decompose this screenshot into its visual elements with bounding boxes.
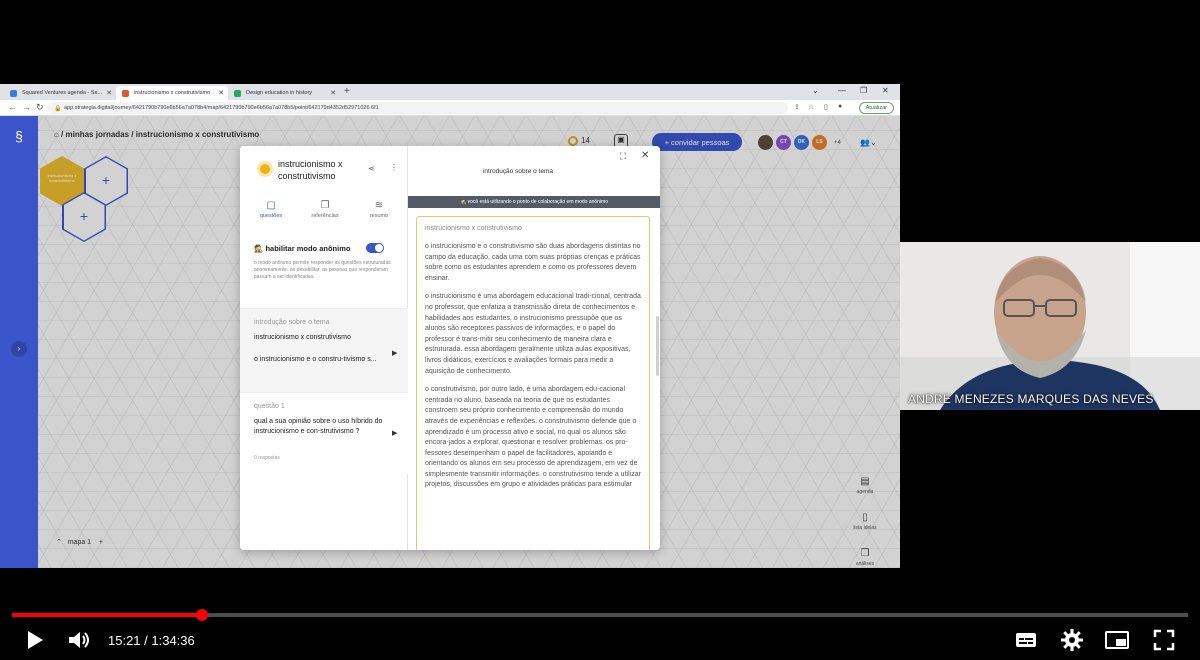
miniplayer-icon[interactable]	[1104, 628, 1130, 652]
doc-paragraph: o construtivismo, por outro lado, é uma …	[425, 386, 641, 489]
anonymous-mode-toggle[interactable]	[366, 243, 384, 253]
share-icon[interactable]: ⋖	[368, 164, 375, 173]
star-icon[interactable]: ☆	[808, 103, 814, 111]
left-rail: § ›	[0, 116, 38, 568]
browser-tab-label: Design education in history	[246, 90, 313, 96]
play-icon[interactable]	[24, 628, 46, 652]
intro-document[interactable]: instrucionismo x construtivismo o instru…	[416, 216, 650, 550]
share-icon[interactable]: ⇪	[794, 103, 800, 111]
favicon-icon	[10, 90, 17, 97]
panel-title: introdução sobre o tema	[482, 168, 554, 175]
doc-paragraph: o instrucionismo é uma abordagem educaci…	[425, 293, 641, 375]
incognito-icon: 🕵	[254, 244, 264, 253]
sun-icon	[260, 164, 270, 174]
close-tab-icon[interactable]: ✕	[330, 89, 336, 97]
shared-screen: Squared Ventures agenda - Se... ✕ instru…	[0, 84, 900, 568]
tab-references[interactable]: ❐ referências	[298, 200, 352, 219]
intro-card[interactable]: introdução sobre o tema instrucionismo x…	[240, 308, 408, 398]
tab-label: questões	[259, 213, 283, 219]
intro-card-preview: o instrucionismo e o constru-tivismo s..…	[254, 356, 377, 363]
favicon-icon	[234, 90, 241, 97]
progress-scrubber[interactable]	[196, 609, 208, 621]
topic-modal: instrucionismo x construtivismo ⋖ ⋮ ▢ qu…	[240, 146, 660, 550]
close-icon[interactable]: ✕	[641, 150, 649, 161]
tab-label: resumo	[369, 213, 389, 219]
modal-tabs: ▢ questões ❐ referências ≋ resumo	[240, 196, 408, 230]
new-tab-icon[interactable]: +	[344, 86, 350, 97]
back-icon[interactable]: ←	[8, 102, 17, 112]
browser-tab-1[interactable]: Squared Ventures agenda - Se... ✕	[4, 86, 116, 100]
browser-tab-label: Squared Ventures agenda - Se...	[22, 90, 103, 96]
intro-card-label: introdução sobre o tema	[254, 319, 330, 326]
chevron-down-icon[interactable]: ⌄	[812, 86, 819, 95]
settings-gear-icon[interactable]	[1060, 628, 1084, 652]
more-options-icon[interactable]: ⋮	[390, 163, 398, 172]
url-field[interactable]: 🔒 app.strategia.digital/journey/6421790b…	[48, 102, 788, 114]
participant-name: ANDRE MENEZES MARQUES DAS NEVES	[908, 392, 1154, 406]
address-bar: ← → ↻ 🔒 app.strategia.digital/journey/64…	[0, 100, 900, 116]
modal-title: instrucionismo x construtivismo	[278, 159, 343, 181]
browser-tab-2[interactable]: instrucionismo x construtivismo ✕	[116, 86, 228, 100]
close-window-icon[interactable]: ✕	[882, 86, 889, 95]
participant-video	[900, 256, 1200, 410]
update-button[interactable]: Atualizar	[858, 102, 894, 114]
question-card-label: questão 1	[254, 403, 285, 410]
lock-icon: 🔒	[54, 106, 62, 112]
chevron-right-icon: ▶	[392, 430, 398, 437]
tab-questions[interactable]: ▢ questões	[244, 196, 298, 228]
chat-icon: ▢	[266, 200, 276, 211]
incognito-icon: 🕵	[460, 199, 467, 205]
fullscreen-icon[interactable]: ⛶	[620, 151, 626, 162]
browser-tab-3[interactable]: Design education in history ✕	[228, 86, 340, 100]
browser-tab-bar: Squared Ventures agenda - Se... ✕ instru…	[0, 84, 900, 100]
intro-card-title: instrucionismo x construtivismo	[254, 334, 351, 341]
strategia-logo-icon[interactable]: §	[11, 128, 27, 144]
reload-icon[interactable]: ↻	[36, 102, 44, 113]
question-responses: 0 respostas	[254, 455, 280, 461]
modal-right-panel: ⛶ ✕ introdução sobre o tema 🕵 você está …	[408, 146, 660, 550]
close-tab-icon[interactable]: ✕	[106, 89, 112, 97]
question-card[interactable]: questão 1 qual a sua opinião sobre o uso…	[240, 392, 408, 474]
subtitles-icon[interactable]	[1014, 628, 1038, 652]
video-player-page: Squared Ventures agenda - Se... ✕ instru…	[0, 0, 1200, 660]
tab-summary[interactable]: ≋ resumo	[352, 200, 406, 219]
anonymous-banner: 🕵 você está utilizando o ponto de colabo…	[408, 196, 660, 208]
favicon-icon	[122, 90, 129, 97]
summary-icon: ≋	[374, 200, 384, 211]
time-display: 15:21 / 1:34:36	[108, 633, 195, 648]
url-text: app.strategia.digital/journey/6421790b79…	[64, 105, 379, 111]
volume-icon[interactable]	[66, 628, 92, 652]
anonymous-mode-description: o modo anônimo permite responder as ques…	[254, 260, 391, 280]
sidebar-icon[interactable]: ▯	[824, 103, 828, 111]
question-text: qual a sua opinião sobre o uso híbrido d…	[254, 418, 383, 435]
doc-paragraph: o instrucionismo e o construtivismo são …	[425, 243, 641, 282]
modal-left-panel: instrucionismo x construtivismo ⋖ ⋮ ▢ qu…	[240, 146, 408, 550]
browser-tab-label: instrucionismo x construtivismo	[134, 90, 211, 96]
forward-icon[interactable]: →	[22, 102, 31, 112]
fullscreen-icon[interactable]	[1152, 628, 1176, 652]
minimize-icon[interactable]: —	[838, 86, 846, 95]
profile-icon[interactable]: ●	[838, 103, 842, 110]
webcam-tile: ANDRE MENEZES MARQUES DAS NEVES	[900, 242, 1200, 410]
maximize-icon[interactable]: ❐	[860, 86, 867, 95]
expand-rail-icon[interactable]: ›	[11, 341, 27, 357]
progress-played	[12, 613, 202, 617]
anonymous-mode-label: 🕵 habilitar modo anônimo	[254, 244, 351, 253]
close-tab-icon[interactable]: ✕	[218, 89, 224, 97]
doc-scrollbar[interactable]	[656, 316, 659, 376]
book-icon: ❐	[320, 200, 330, 211]
chevron-right-icon: ▶	[392, 350, 398, 357]
tab-label: referências	[311, 213, 339, 219]
doc-heading: instrucionismo x construtivismo	[425, 225, 522, 232]
